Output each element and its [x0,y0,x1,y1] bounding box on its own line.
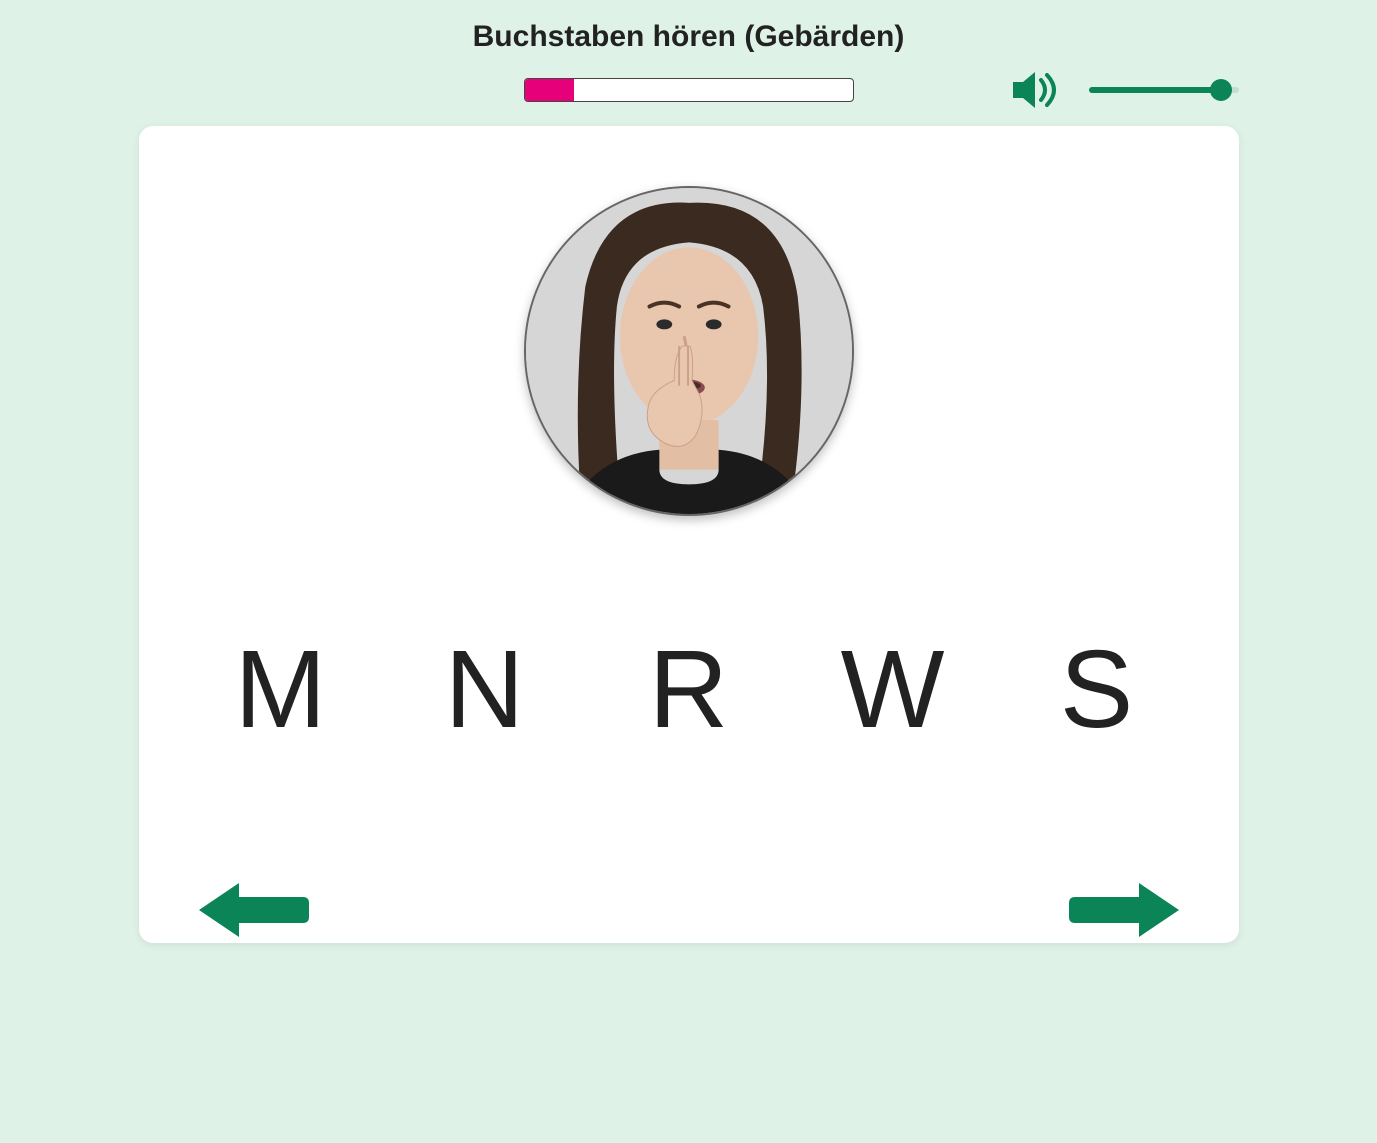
page-title: Buchstaben hören (Gebärden) [473,20,905,54]
audio-controls [1009,68,1239,112]
letter-option-4[interactable]: S [1027,626,1167,753]
top-bar [139,78,1239,102]
card-bottom-spacer [179,753,1199,873]
progress-bar [524,78,854,102]
progress-fill [525,79,574,101]
exercise-card: M N R W S [139,126,1239,943]
volume-slider[interactable] [1089,75,1239,105]
speaker-icon[interactable] [1009,68,1063,112]
prev-arrow-icon[interactable] [199,875,309,945]
gesture-image[interactable] [524,186,854,516]
next-arrow-icon[interactable] [1069,875,1179,945]
letter-option-0[interactable]: M [211,626,351,753]
letter-option-3[interactable]: W [823,626,963,753]
letter-option-1[interactable]: N [415,626,555,753]
volume-fill [1089,87,1221,93]
volume-thumb[interactable] [1210,79,1232,101]
letter-option-2[interactable]: R [619,626,759,753]
letters-row: M N R W S [179,626,1199,753]
